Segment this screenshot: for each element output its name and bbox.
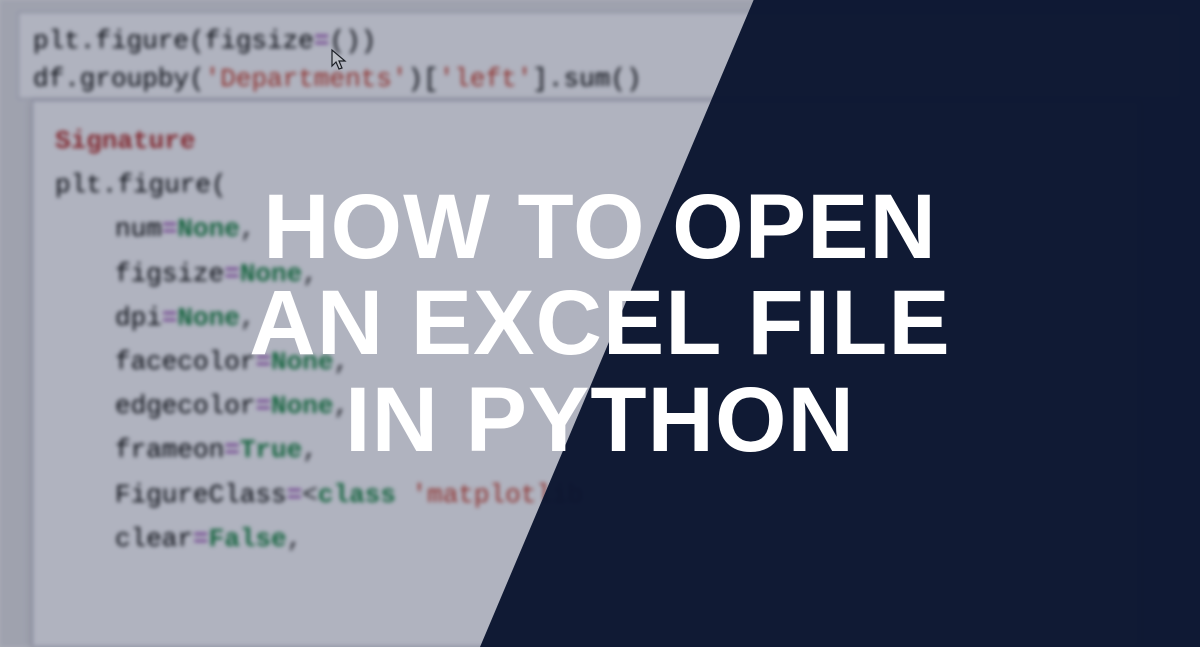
headline-line-1: HOW TO OPEN bbox=[263, 179, 937, 276]
headline-line-2: AN EXCEL FILE bbox=[249, 275, 950, 372]
headline-line-3: IN PYTHON bbox=[345, 372, 855, 469]
headline-text: HOW TO OPEN AN EXCEL FILE IN PYTHON bbox=[0, 0, 1200, 647]
